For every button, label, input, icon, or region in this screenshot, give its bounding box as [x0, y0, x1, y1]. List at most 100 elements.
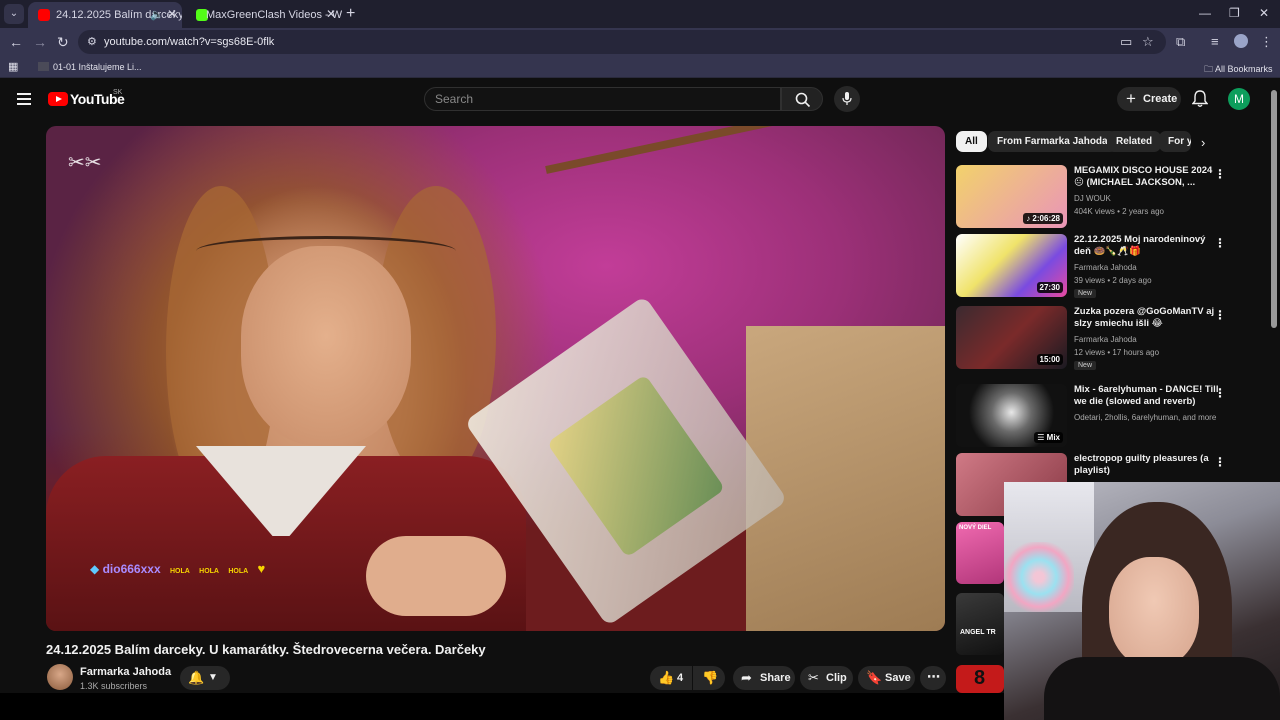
subscriber-count: 1.3K subscribers — [80, 681, 148, 691]
window-close-icon[interactable]: ✕ — [1259, 6, 1269, 20]
video-thumbnail[interactable]: ♪ 2:06:28 — [956, 165, 1067, 228]
recommendation-item[interactable]: ☰ Mix Mix - 6arelyhuman - DANCE! Till we… — [956, 384, 1261, 450]
thumbnail-caption: NOVÝ DIEL — [959, 525, 992, 531]
share-arrow-icon: ➦ — [741, 670, 752, 685]
all-bookmarks-button[interactable]: 🗀 All Bookmarks — [1204, 62, 1273, 78]
gem-icon: ◆ — [90, 562, 100, 576]
recommendation-title[interactable]: 22.12.2025 Moj narodeninový deň 🍩🍾🥂🎁 — [1074, 234, 1224, 258]
video-title: 24.12.2025 Balím darceky. U kamarátky. Š… — [46, 642, 486, 657]
search-input[interactable] — [435, 92, 765, 106]
plus-icon: + — [1126, 89, 1136, 108]
recommendation-item[interactable]: 27:30 22.12.2025 Moj narodeninový deň 🍩🍾… — [956, 234, 1261, 300]
recommendation-item[interactable]: 15:00 Zuzka pozera @GoGoManTV aj slzy sm… — [956, 306, 1261, 372]
bookmarks-bar: ▦ 01-01 Inštalujeme Li... 🗀 All Bookmark… — [0, 56, 1280, 78]
recommendation-title[interactable]: MEGAMIX DISCO HOUSE 2024 😐 (MICHAEL JACK… — [1074, 165, 1224, 189]
country-code: SK — [113, 89, 123, 96]
guide-menu-icon[interactable] — [17, 93, 31, 105]
channel-avatar[interactable] — [47, 664, 73, 690]
recommendation-channel[interactable]: Farmarka Jahoda — [1074, 263, 1137, 272]
youtube-logo-icon[interactable] — [48, 92, 68, 106]
chip-all[interactable]: All — [956, 131, 987, 152]
recommendation-title[interactable]: Zuzka pozera @GoGoManTV aj slzy smiechu … — [1074, 306, 1224, 330]
recommendation-meta: 404K views • 2 years ago — [1074, 207, 1164, 216]
video-thumbnail[interactable]: 8 — [956, 665, 1004, 693]
video-thumbnail[interactable]: ANGEL TR — [956, 593, 1004, 655]
thumbs-up-icon: 👍 — [658, 670, 675, 685]
video-frame-hand — [366, 536, 506, 616]
more-vert-icon[interactable]: ⋮ — [1214, 455, 1226, 469]
more-vert-icon[interactable]: ⋮ — [1214, 386, 1226, 400]
recommendation-title[interactable]: Mix - 6arelyhuman - DANCE! Till we die (… — [1074, 384, 1224, 408]
new-tab-plus-icon[interactable]: + — [346, 5, 355, 23]
recommendation-channel[interactable]: DJ WOUK — [1074, 194, 1111, 203]
more-vert-icon[interactable]: ⋮ — [1214, 236, 1226, 250]
page-scrollbar[interactable] — [1271, 90, 1277, 328]
recommendation-item[interactable]: ♪ 2:06:28 MEGAMIX DISCO HOUSE 2024 😐 (MI… — [956, 165, 1261, 231]
forward-arrow-icon[interactable]: → — [33, 34, 47, 50]
bookmark-star-icon[interactable]: ☆ — [1142, 34, 1154, 50]
address-bar[interactable]: ⚙ youtube.com/watch?v=sgs68E-0flk ▭ ☆ — [78, 30, 1166, 54]
share-button[interactable]: ➦ Share — [733, 666, 795, 690]
hola-emote: HOLA — [228, 568, 249, 575]
ellipsis-icon: ⋯ — [927, 669, 940, 684]
create-button[interactable]: + Create — [1117, 87, 1181, 111]
tab-close-icon[interactable]: ✕ — [167, 7, 177, 21]
url-text[interactable]: youtube.com/watch?v=sgs68E-0flk — [104, 36, 274, 48]
browser-profile-avatar[interactable] — [1234, 34, 1248, 48]
restore-icon[interactable]: ❐ — [1229, 6, 1240, 20]
video-thumbnail[interactable]: NOVÝ DIEL — [956, 522, 1004, 584]
dislike-button[interactable]: 👎 — [693, 666, 725, 690]
youtube-masthead: YouTube SK + Create M — [0, 78, 1280, 122]
save-button[interactable]: 🔖 Save — [858, 666, 915, 690]
recommendation-title[interactable]: electropop guilty pleasures (a playlist) — [1074, 453, 1224, 477]
browser-tab-youtube[interactable]: 24.12.2025 Balím darceky. U 🔈 ✕ — [28, 2, 182, 28]
back-arrow-icon[interactable]: ← — [9, 34, 23, 50]
media-control-icon[interactable]: ≡ — [1211, 34, 1219, 49]
video-thumbnail[interactable]: ☰ Mix — [956, 384, 1067, 447]
webcam-streamer-shirt — [1044, 657, 1280, 720]
video-player[interactable]: ✂✂ ◆ dio666xxx HOLA HOLA HOLA ♥ — [46, 126, 945, 631]
video-frame-headband — [196, 236, 456, 266]
more-vert-icon[interactable]: ⋮ — [1214, 308, 1226, 322]
tab-title: MaxGreenClash Videos - Watch — [206, 9, 342, 21]
new-badge: New — [1074, 361, 1097, 370]
notifications-bell-icon[interactable] — [1192, 90, 1208, 108]
speaker-icon[interactable]: 🔈 — [150, 8, 164, 21]
video-thumbnail[interactable]: 27:30 — [956, 234, 1067, 297]
minimize-icon[interactable]: — — [1199, 6, 1211, 20]
bell-icon: 🔔 — [188, 670, 205, 685]
search-button[interactable] — [781, 87, 823, 111]
account-avatar[interactable]: M — [1228, 88, 1250, 110]
browser-menu-icon[interactable]: ⋮ — [1260, 34, 1273, 50]
recommendation-channel[interactable]: Odetari, 2hollis, 6arelyhuman, and more — [1074, 413, 1216, 422]
chip-from-channel[interactable]: From Farmarka Jahoda — [988, 131, 1117, 152]
webcam-fairy-lights — [1004, 542, 1074, 612]
browser-tab-strip: ⌄ 24.12.2025 Balím darceky. U 🔈 ✕ MaxGre… — [0, 0, 1280, 28]
browser-tab-kick[interactable]: MaxGreenClash Videos - Watch ✕ — [186, 2, 342, 28]
reload-icon[interactable]: ↻ — [57, 34, 69, 51]
recommendation-channel[interactable]: Farmarka Jahoda — [1074, 335, 1137, 344]
tab-search-chevron-icon[interactable]: ⌄ — [4, 4, 24, 24]
bookmark-item[interactable]: 01-01 Inštalujeme Li... — [38, 62, 142, 72]
duration-badge: 15:00 — [1036, 354, 1063, 365]
video-frame-face — [241, 246, 411, 446]
clip-button[interactable]: ✂ Clip — [800, 666, 853, 690]
like-button[interactable]: 👍 4 — [650, 666, 692, 690]
chevron-right-icon[interactable]: › — [1201, 135, 1205, 150]
voice-search-button[interactable] — [834, 86, 860, 112]
playlist-icon: ☰ — [1037, 433, 1047, 442]
channel-name[interactable]: Farmarka Jahoda — [80, 666, 171, 678]
more-actions-button[interactable]: ⋯ — [920, 666, 946, 690]
video-thumbnail[interactable]: 15:00 — [956, 306, 1067, 369]
more-vert-icon[interactable]: ⋮ — [1214, 167, 1226, 181]
chip-for-you[interactable]: For y — [1159, 131, 1191, 152]
search-box[interactable] — [424, 87, 781, 111]
chip-related[interactable]: Related — [1107, 131, 1162, 152]
notification-settings-button[interactable]: 🔔 ▼ — [180, 666, 230, 690]
extensions-puzzle-icon[interactable]: ⧉ — [1176, 34, 1185, 50]
apps-grid-icon[interactable]: ▦ — [8, 60, 18, 73]
cast-icon[interactable]: ▭ — [1120, 34, 1132, 50]
site-info-icon[interactable]: ⚙ — [87, 35, 97, 48]
webcam-streamer-face — [1109, 557, 1199, 667]
tab-close-icon[interactable]: ✕ — [326, 7, 336, 21]
